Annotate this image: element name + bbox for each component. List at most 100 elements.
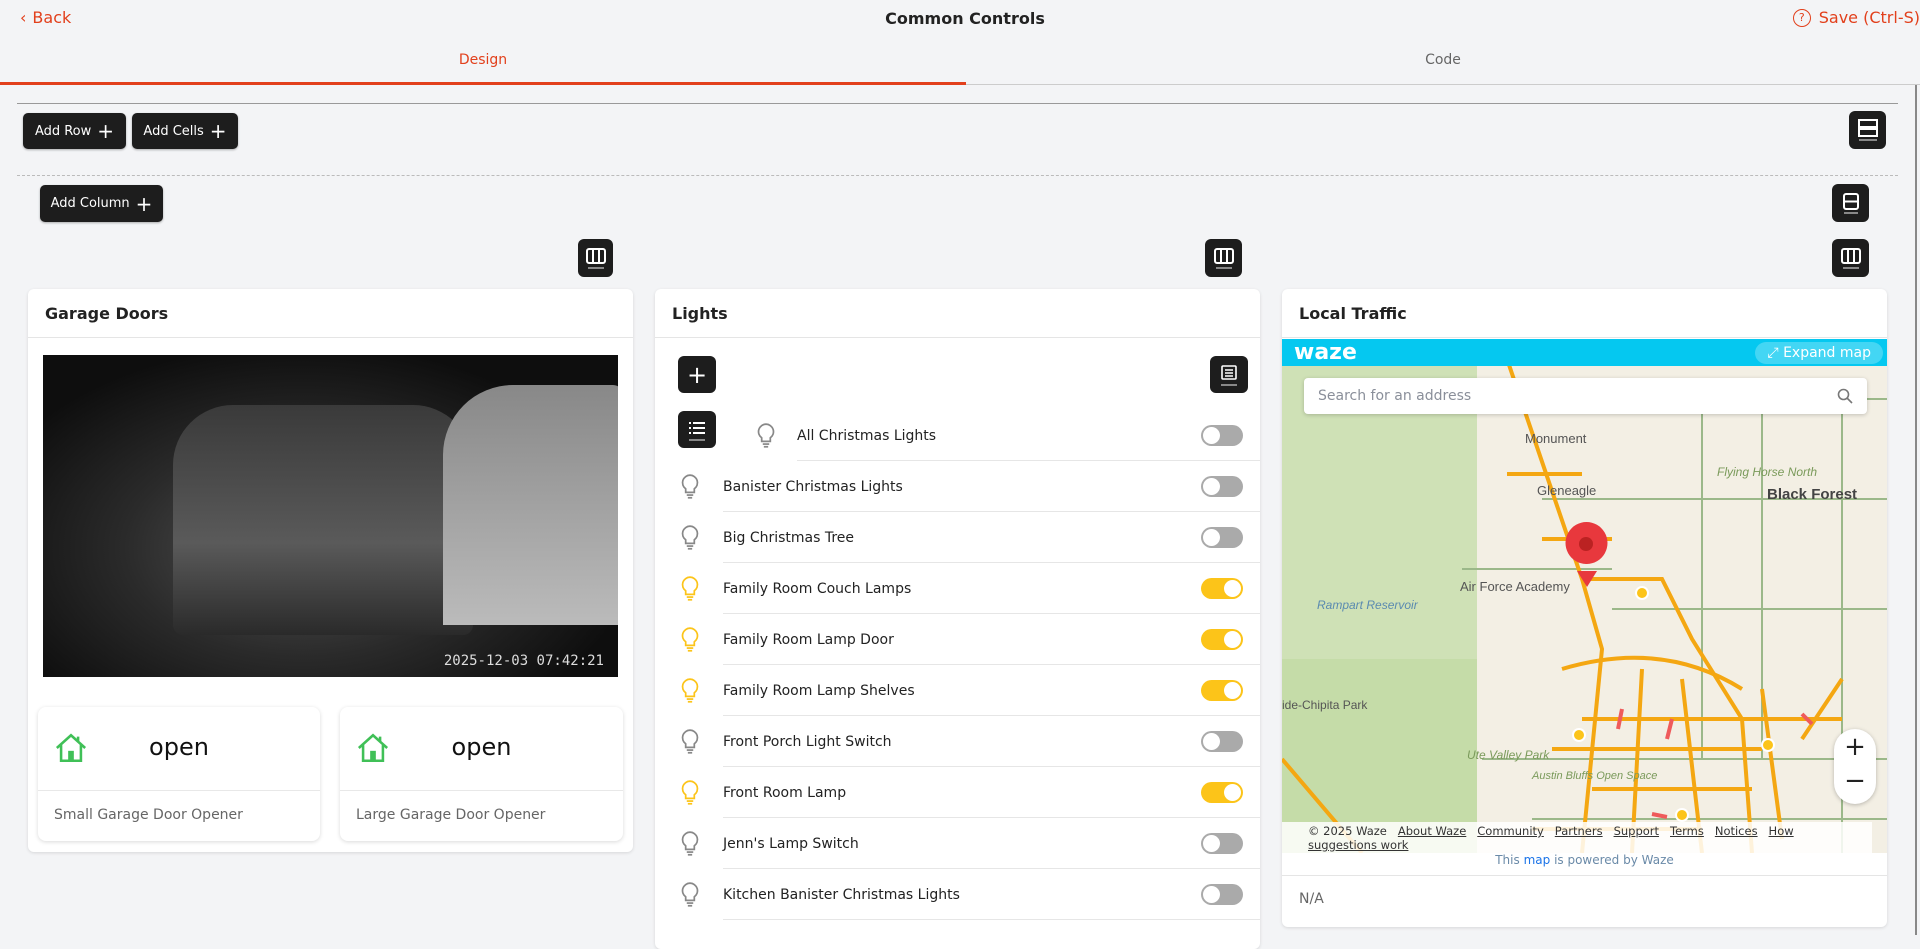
- map-label: Gleneagle: [1537, 483, 1596, 498]
- map-canvas: Monument Gleneagle Flying Horse North Bl…: [1282, 339, 1887, 853]
- waze-map[interactable]: Monument Gleneagle Flying Horse North Bl…: [1282, 339, 1887, 853]
- lightbulb-icon: [681, 525, 699, 550]
- zoom-controls: + −: [1834, 729, 1876, 804]
- light-row: Front Porch Light Switch: [655, 716, 1260, 767]
- light-row: Jenn's Lamp Switch: [655, 818, 1260, 869]
- lightbulb-icon: [681, 474, 699, 499]
- door-state: open: [451, 733, 512, 761]
- door-state: open: [149, 733, 209, 761]
- light-row: Banister Christmas Lights: [655, 461, 1260, 512]
- light-row: Family Room Lamp Door: [655, 614, 1260, 665]
- expand-map-button[interactable]: ⤢ Expand map: [1755, 341, 1883, 364]
- save-button[interactable]: ? Save (Ctrl-S): [1792, 8, 1920, 27]
- light-toggle[interactable]: [1201, 476, 1243, 497]
- car-silhouette: [173, 405, 473, 635]
- columns-icon: [585, 248, 606, 269]
- add-row-button[interactable]: Add Row +: [23, 113, 126, 149]
- map-label: Austin Bluffs Open Space: [1531, 770, 1657, 782]
- map-label: Flying Horse North: [1717, 465, 1817, 479]
- add-cells-button[interactable]: Add Cells +: [132, 113, 238, 149]
- garage-door-tile[interactable]: open Small Garage Door Opener: [38, 707, 320, 841]
- plus-icon: +: [686, 360, 708, 389]
- add-light-button[interactable]: +: [678, 356, 716, 393]
- light-row: All Christmas Lights: [655, 410, 1260, 461]
- map-footer: © 2025 Waze About Waze Community Partner…: [1282, 822, 1872, 853]
- garage-doors-card: Garage Doors 2025-12-03 07:42:21 open Sm…: [28, 289, 633, 852]
- waze-header: waze ⤢ Expand map: [1282, 339, 1887, 366]
- lightbulb-icon: [681, 882, 699, 907]
- light-row: Family Room Lamp Shelves: [655, 665, 1260, 716]
- cell-columns-button[interactable]: [1832, 239, 1869, 277]
- cell-columns-button[interactable]: [1205, 239, 1242, 277]
- footer-link[interactable]: Partners: [1555, 824, 1603, 838]
- lights-card: Lights + All Christmas Lights Banister C…: [655, 289, 1260, 949]
- light-toggle[interactable]: [1201, 578, 1243, 599]
- light-toggle[interactable]: [1201, 680, 1243, 701]
- light-name: All Christmas Lights: [797, 427, 937, 444]
- light-row: Family Room Couch Lamps: [655, 563, 1260, 614]
- columns-icon: [1840, 248, 1861, 269]
- light-name: Family Room Couch Lamps: [723, 580, 912, 597]
- footer-link[interactable]: Community: [1477, 824, 1544, 838]
- light-row: Big Christmas Tree: [655, 512, 1260, 563]
- map-label: Monument: [1525, 431, 1587, 446]
- lightbulb-icon: [681, 576, 699, 601]
- map-label: ide-Chipita Park: [1282, 698, 1368, 712]
- lightbulb-icon: [681, 831, 699, 856]
- camera-feed[interactable]: 2025-12-03 07:42:21: [43, 355, 618, 677]
- light-row: Front Room Lamp: [655, 767, 1260, 818]
- light-toggle[interactable]: [1201, 731, 1243, 752]
- lightbulb-icon: [681, 780, 699, 805]
- zoom-in-button[interactable]: +: [1834, 729, 1876, 766]
- light-toggle[interactable]: [1201, 782, 1243, 803]
- door-label: Small Garage Door Opener: [54, 807, 243, 823]
- light-name: Banister Christmas Lights: [723, 478, 903, 495]
- plus-icon: +: [97, 119, 115, 143]
- light-toggle[interactable]: [1201, 884, 1243, 905]
- light-toggle[interactable]: [1201, 425, 1243, 446]
- light-toggle[interactable]: [1201, 527, 1243, 548]
- scrollbar[interactable]: [1915, 85, 1917, 935]
- search-icon: [1837, 388, 1853, 404]
- row-divider: [723, 919, 1260, 920]
- list-view-button[interactable]: [1210, 356, 1248, 393]
- garage-door-tile[interactable]: open Large Garage Door Opener: [340, 707, 623, 841]
- row-layout-button[interactable]: [1849, 111, 1886, 149]
- address-search-input[interactable]: Search for an address: [1304, 378, 1867, 414]
- light-toggle[interactable]: [1201, 833, 1243, 854]
- tab-code[interactable]: Code: [966, 52, 1920, 85]
- zoom-out-button[interactable]: −: [1834, 766, 1876, 803]
- light-name: Front Porch Light Switch: [723, 733, 892, 750]
- columns-icon: [1213, 248, 1234, 269]
- traffic-status: N/A: [1299, 891, 1324, 907]
- page-title: Common Controls: [885, 9, 1045, 28]
- footer-link[interactable]: About Waze: [1398, 824, 1466, 838]
- lightbulb-icon: [681, 627, 699, 652]
- card-title: Local Traffic: [1282, 289, 1887, 338]
- footer-link[interactable]: Terms: [1670, 824, 1704, 838]
- lightbulb-icon: [681, 729, 699, 754]
- footer-link[interactable]: Support: [1614, 824, 1659, 838]
- light-name: Family Room Lamp Shelves: [723, 682, 915, 699]
- expand-icon: ⤢: [1767, 344, 1784, 361]
- door-label: Large Garage Door Opener: [356, 807, 546, 823]
- light-name: Big Christmas Tree: [723, 529, 855, 546]
- help-icon: ?: [1792, 8, 1811, 27]
- tab-design[interactable]: Design: [0, 52, 966, 85]
- footer-link[interactable]: Notices: [1715, 824, 1758, 838]
- light-name: Jenn's Lamp Switch: [723, 835, 859, 852]
- cell-columns-button[interactable]: [578, 239, 613, 277]
- dashed-divider: [17, 175, 1898, 176]
- map-link[interactable]: map: [1524, 853, 1551, 867]
- lightbulb-icon: [681, 678, 699, 703]
- light-name: Front Room Lamp: [723, 784, 847, 801]
- light-toggle[interactable]: [1201, 629, 1243, 650]
- car-silhouette: [443, 385, 618, 625]
- column-layout-button[interactable]: [1832, 184, 1869, 222]
- map-label: Rampart Reservoir: [1317, 598, 1419, 612]
- plus-icon: +: [135, 191, 153, 216]
- rows-icon: [1857, 119, 1878, 141]
- local-traffic-card: Local Traffic Monument Gleneagle Flying …: [1282, 289, 1887, 927]
- add-column-button[interactable]: Add Column +: [40, 185, 163, 222]
- camera-timestamp: 2025-12-03 07:42:21: [443, 653, 604, 669]
